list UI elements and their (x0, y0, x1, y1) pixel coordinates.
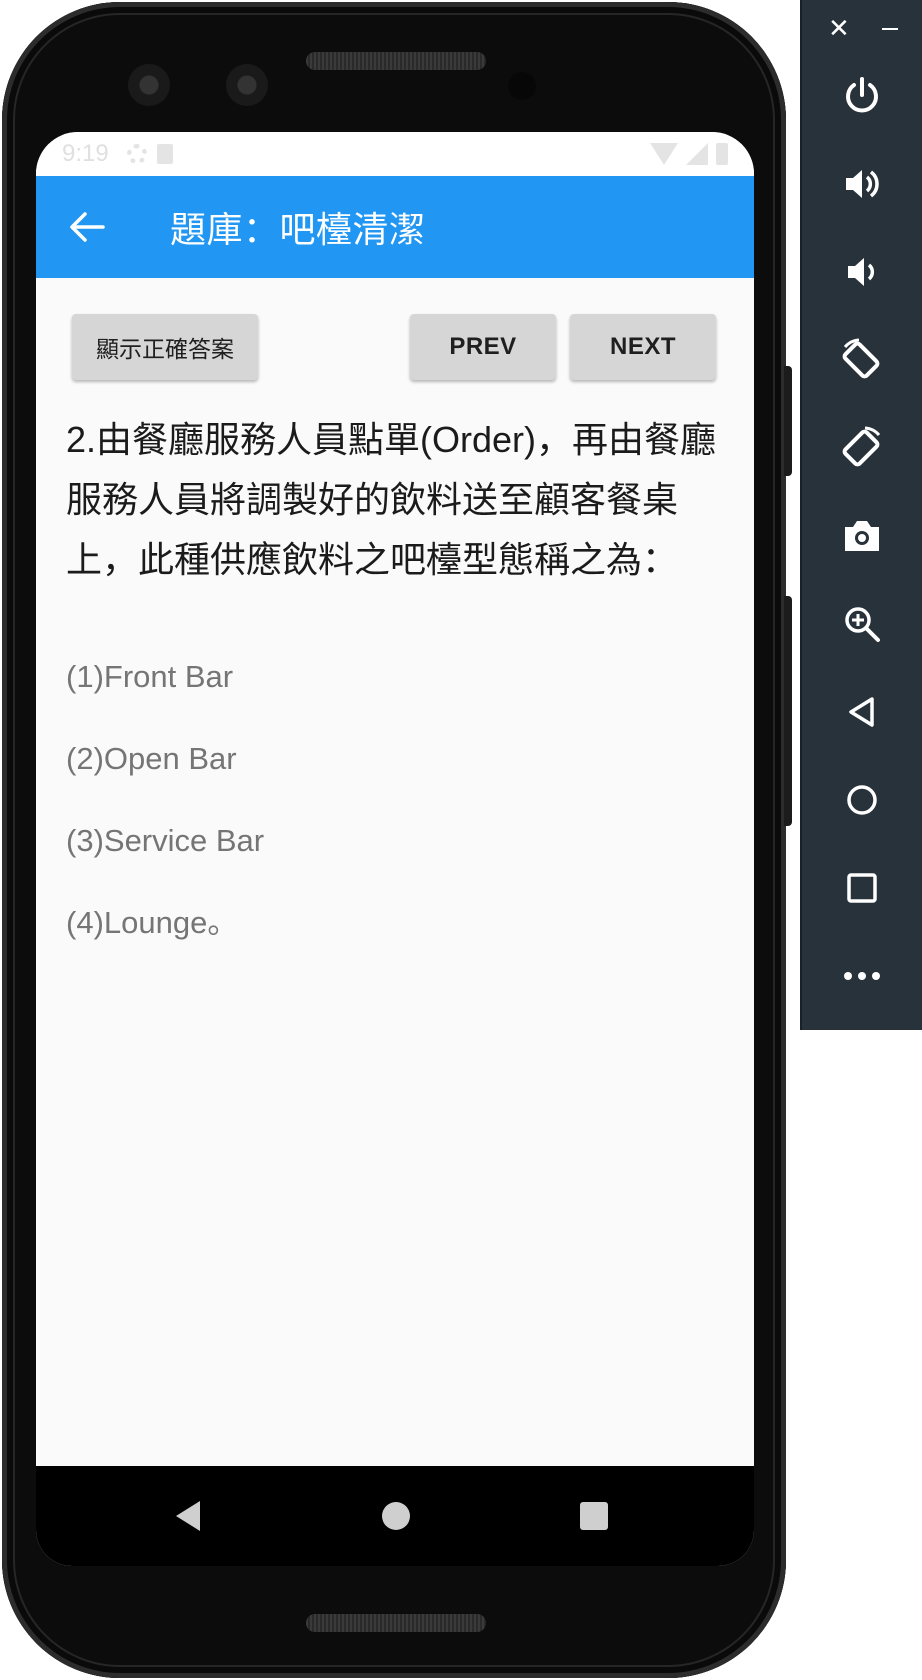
option-1[interactable]: (1)Front Bar (66, 652, 754, 734)
nav-back-icon[interactable] (166, 1494, 210, 1538)
home-icon[interactable] (832, 770, 892, 830)
volume-down-icon[interactable] (832, 242, 892, 302)
device-volume-key (784, 596, 792, 826)
overview-icon[interactable] (832, 858, 892, 918)
answer-options: (1)Front Bar (2)Open Bar (3)Service Bar … (66, 652, 754, 980)
front-camera-2 (226, 64, 268, 106)
system-nav-bar (36, 1466, 754, 1566)
emulator-toolbar: ✕ (800, 0, 922, 1030)
option-3[interactable]: (3)Service Bar (66, 816, 754, 898)
minimize-icon[interactable] (882, 28, 898, 30)
power-icon[interactable] (832, 66, 892, 126)
close-icon[interactable]: ✕ (828, 14, 850, 44)
proximity-sensor (508, 72, 536, 100)
battery-icon (716, 143, 728, 165)
camera-icon[interactable] (832, 506, 892, 566)
question-text: 2.由餐廳服務人員點單(Order)，再由餐廳服務人員將調製好的飲料送至顧客餐桌… (66, 419, 717, 580)
nav-recents-icon[interactable] (572, 1494, 616, 1538)
status-time: 9:19 (62, 140, 109, 167)
sim-notification-icon (156, 144, 173, 164)
device-power-key (784, 366, 792, 476)
option-4[interactable]: (4)Lounge。 (66, 898, 754, 980)
button-row: 顯示正確答案 PREV NEXT (36, 278, 754, 388)
front-camera (128, 64, 170, 106)
zoom-icon[interactable] (832, 594, 892, 654)
option-2[interactable]: (2)Open Bar (66, 734, 754, 816)
prev-button[interactable]: PREV (410, 314, 556, 380)
rotate-left-icon[interactable] (832, 330, 892, 390)
rotate-right-icon[interactable] (832, 418, 892, 478)
show-answer-button[interactable]: 顯示正確答案 (72, 314, 258, 380)
next-button[interactable]: NEXT (570, 314, 716, 380)
signal-icon (686, 143, 708, 165)
nav-home-icon[interactable] (374, 1494, 418, 1538)
volume-up-icon[interactable] (832, 154, 892, 214)
more-icon[interactable] (832, 946, 892, 1006)
status-bar: 9:19 (36, 132, 754, 176)
app-bar: 題庫：吧檯清潔 (36, 176, 754, 278)
settings-notification-icon (126, 144, 147, 164)
bottom-speaker (306, 1614, 486, 1632)
page-title: 題庫：吧檯清潔 (170, 209, 426, 250)
earpiece-speaker (306, 52, 486, 70)
arrow-left-icon[interactable] (42, 176, 132, 278)
phone-frame: 9:19 題庫：吧檯清潔 顯示正確答案 PREV NEXT 2.由餐廳服務人員點… (2, 2, 786, 1678)
device-screen: 9:19 題庫：吧檯清潔 顯示正確答案 PREV NEXT 2.由餐廳服務人員點… (36, 132, 754, 1566)
back-icon[interactable] (832, 682, 892, 742)
wifi-icon (650, 143, 678, 165)
